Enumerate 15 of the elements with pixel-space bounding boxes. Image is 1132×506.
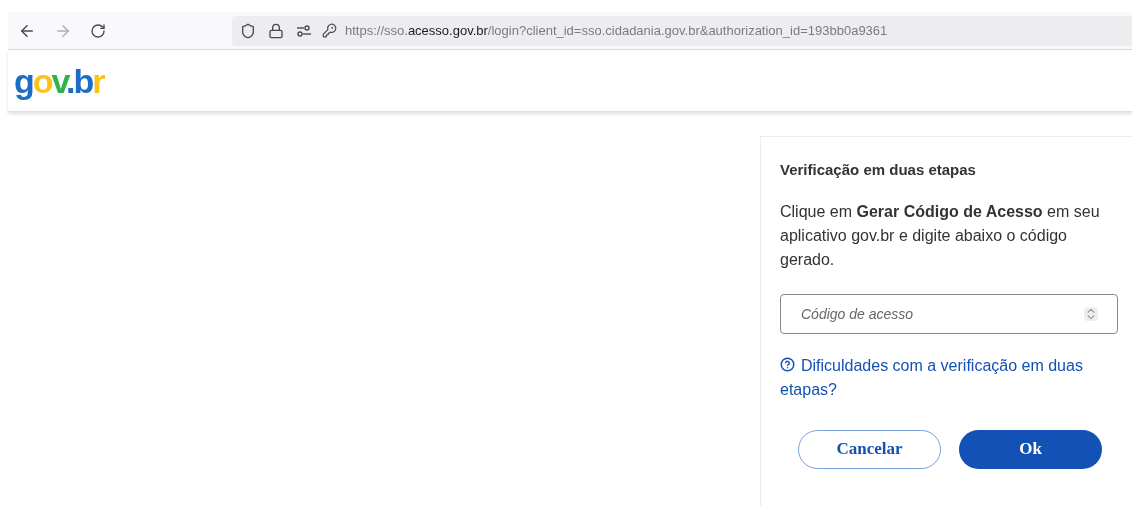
key-icon[interactable]: [322, 23, 337, 38]
panel-title: Verificação em duas etapas: [780, 160, 977, 180]
govbr-logo[interactable]: gov.br: [14, 63, 104, 98]
permissions-icon[interactable]: [296, 24, 312, 37]
help-link[interactable]: Dificuldades com a verificação em duas etapas?: [780, 353, 1110, 402]
instructions-text: Clique em Gerar Código de Acesso em seu aplicativo gov.br e digite abaixo o código gerado.: [780, 201, 1100, 270]
cancel-button[interactable]: Cancelar: [798, 429, 941, 469]
lock-icon[interactable]: [268, 22, 284, 39]
code-field[interactable]: Código de acesso: [780, 293, 1118, 334]
reload-button[interactable]: [90, 22, 106, 39]
address-bar[interactable]: https://sso.acesso.gov.br/login?client_id=sso.cidadania.gov.br&authorization_id=193bb0a9361: [232, 15, 1132, 46]
url-text[interactable]: https://sso.acesso.gov.br/login?client_id=sso.cidadania.gov.br&authorization_id=193bb0a9361: [345, 20, 888, 41]
ok-button[interactable]: Ok: [959, 429, 1102, 469]
shield-icon[interactable]: [240, 22, 256, 39]
help-icon: [780, 357, 795, 373]
